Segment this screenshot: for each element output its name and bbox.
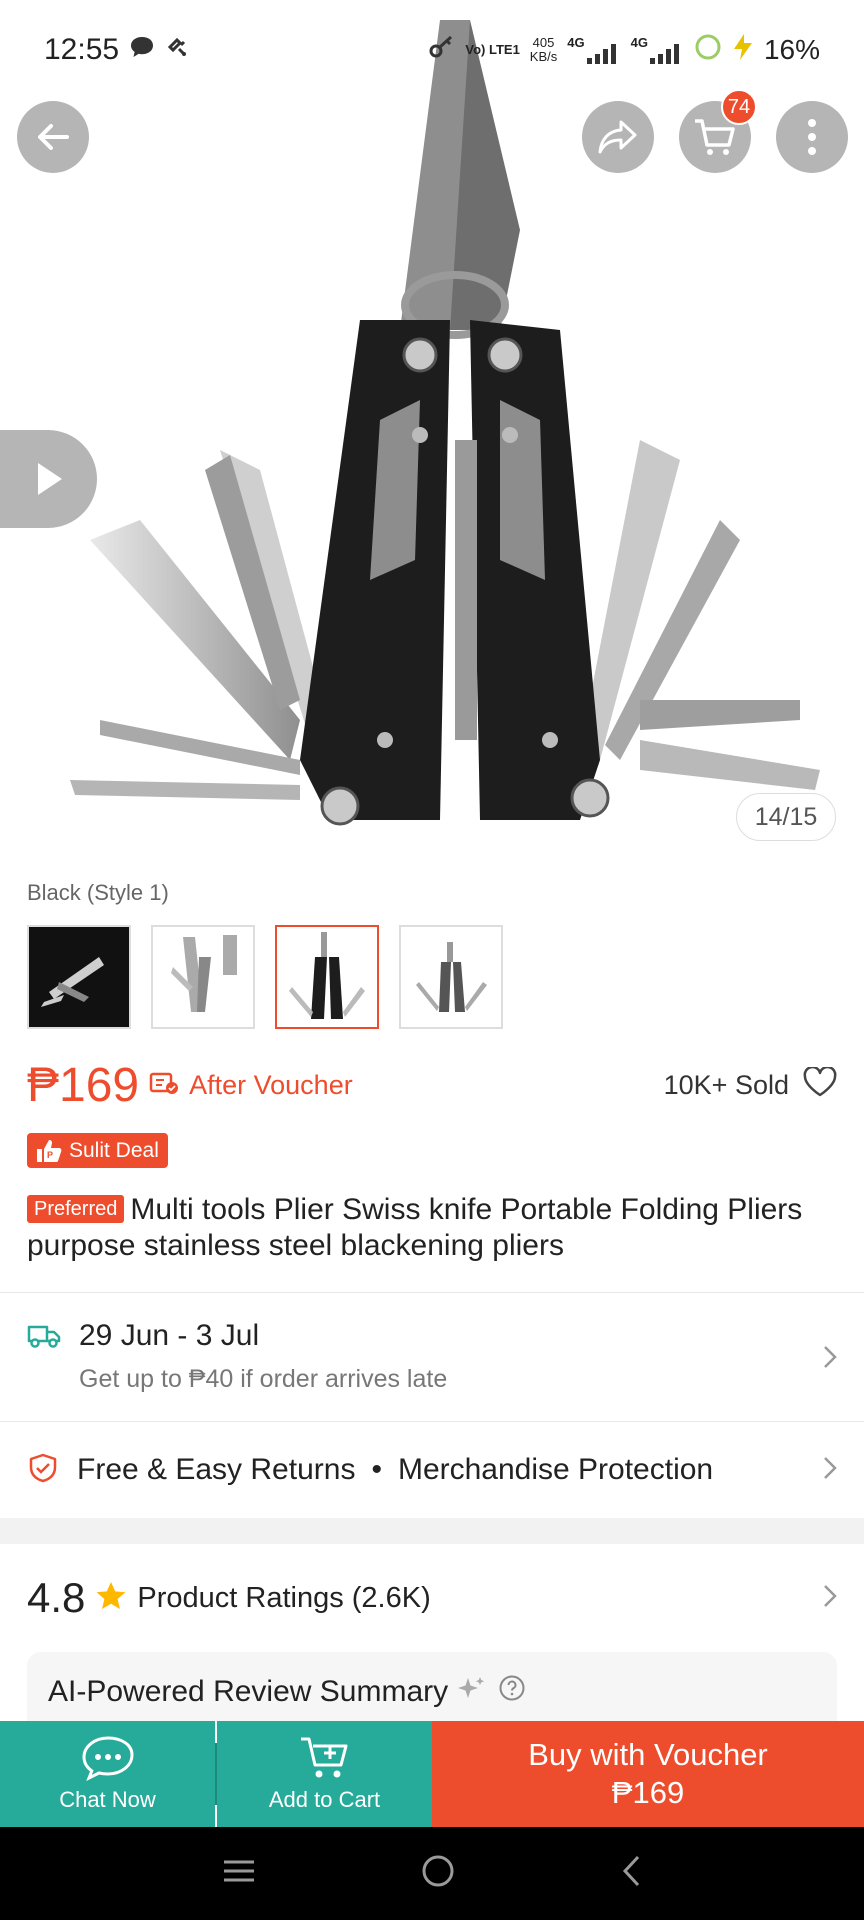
recent-apps-button[interactable] <box>222 1858 256 1889</box>
signal-1-icon: 4G <box>567 36 620 64</box>
heart-icon <box>803 1065 837 1096</box>
ratings-label: Product Ratings (2.6K) <box>137 1581 431 1614</box>
chevron-left-icon <box>622 1855 640 1887</box>
star-icon <box>95 1580 127 1617</box>
chat-icon <box>81 1736 134 1781</box>
shield-icon <box>27 1452 59 1489</box>
system-nav-bar <box>0 1827 864 1920</box>
cart-plus-icon <box>300 1737 347 1778</box>
delivery-dates: 29 Jun - 3 Jul <box>79 1319 260 1352</box>
returns-text: Free & Easy Returns • Merchandise Protecti… <box>77 1453 713 1487</box>
play-icon <box>37 463 62 495</box>
loading-ring-icon <box>694 33 722 68</box>
sparkle-icon <box>456 1674 486 1710</box>
message-icon <box>129 34 155 67</box>
variant-thumbnails <box>27 925 503 1029</box>
play-video-button[interactable] <box>0 430 97 528</box>
svg-text:P: P <box>47 1150 53 1160</box>
ratings-row[interactable]: 4.8 Product Ratings (2.6K) <box>0 1544 864 1652</box>
product-image[interactable]: 12:55 Vo) LTE1 405 KB/s 4G 4G 16% 74 14/… <box>0 0 864 858</box>
price: ₱169 <box>27 1058 140 1112</box>
returns-row[interactable]: Free & Easy Returns • Merchandise Protecti… <box>0 1422 864 1518</box>
chevron-right-icon <box>823 1456 837 1485</box>
late-guarantee: Get up to ₱40 if order arrives late <box>79 1365 448 1393</box>
like-button[interactable] <box>803 1065 837 1104</box>
chat-now-label: Chat Now <box>59 1787 156 1812</box>
net-type-2: 4G <box>630 35 648 50</box>
thumbs-up-icon: P <box>37 1139 62 1162</box>
bottom-action-bar: Chat Now Add to Cart Buy with Voucher ₱1… <box>0 1721 864 1827</box>
share-icon <box>598 120 637 154</box>
more-options-button[interactable] <box>776 101 848 173</box>
signal-2-icon: 4G <box>631 36 684 64</box>
sulit-deal-text: Sulit Deal <box>69 1138 159 1162</box>
home-button[interactable] <box>420 1853 456 1894</box>
ai-summary-title: AI-Powered Review Summary <box>48 1675 449 1708</box>
section-gap <box>0 1518 864 1544</box>
product-title-text: Multi tools Plier Swiss knife Portable F… <box>27 1193 803 1262</box>
chevron-right-icon <box>823 1584 837 1613</box>
shipping-row[interactable]: 29 Jun - 3 Jul Get up to ₱40 if order ar… <box>0 1293 864 1421</box>
back-button[interactable] <box>17 101 89 173</box>
status-bar: 12:55 Vo) LTE1 405 KB/s 4G 4G 16% <box>0 0 864 100</box>
variant-thumb-4[interactable] <box>399 925 503 1029</box>
volte-indicator: Vo) LTE1 <box>465 42 520 57</box>
sulit-deal-badge: P Sulit Deal <box>27 1133 168 1168</box>
ai-summary-card[interactable]: AI-Powered Review Summary <box>27 1652 837 1732</box>
voucher-icon <box>149 1071 179 1100</box>
menu-icon <box>224 1860 254 1882</box>
free-returns-label: Free & Easy Returns <box>77 1453 356 1486</box>
status-time: 12:55 <box>44 33 120 66</box>
truck-icon <box>27 1323 61 1354</box>
image-counter: 14/15 <box>736 793 836 841</box>
price-row: ₱169 After Voucher 10K+ Sold <box>27 1050 837 1120</box>
buy-label: Buy with Voucher <box>528 1737 768 1772</box>
add-to-cart-button[interactable]: Add to Cart <box>217 1721 432 1827</box>
product-title: Preferred Multi tools Plier Swiss knife P… <box>27 1192 837 1264</box>
sold-text: 10K+ Sold <box>663 1069 789 1100</box>
rating-score: 4.8 <box>27 1574 86 1621</box>
chevron-right-icon <box>823 1345 837 1374</box>
bullet-separator: • <box>371 1453 382 1486</box>
selected-variant-label: Black (Style 1) <box>27 880 169 905</box>
buy-with-voucher-button[interactable]: Buy with Voucher ₱169 <box>432 1721 864 1827</box>
key-icon <box>427 33 455 68</box>
net-speed-value: 405 <box>532 35 555 50</box>
satellite-icon <box>165 34 189 67</box>
after-voucher-label: After Voucher <box>189 1069 353 1100</box>
more-vertical-icon <box>808 119 816 155</box>
protection-label: Merchandise Protection <box>397 1453 714 1486</box>
net-type-1: 4G <box>567 35 585 50</box>
cart-count-badge: 74 <box>721 89 757 125</box>
chat-now-button[interactable]: Chat Now <box>0 1721 215 1827</box>
buy-price: ₱169 <box>611 1775 685 1810</box>
add-to-cart-label: Add to Cart <box>268 1787 381 1812</box>
net-speed: 405 KB/s <box>530 36 557 64</box>
variant-thumb-1[interactable] <box>27 925 131 1029</box>
arrow-left-icon <box>38 124 69 150</box>
variant-thumb-2[interactable] <box>151 925 255 1029</box>
share-button[interactable] <box>582 101 654 173</box>
sold-count: 10K+ Sold <box>663 1065 837 1104</box>
battery-percent: 16% <box>763 34 820 65</box>
variant-thumb-3[interactable] <box>275 925 379 1029</box>
net-speed-unit: KB/s <box>529 49 558 64</box>
help-icon[interactable] <box>498 1674 526 1710</box>
charging-icon <box>732 33 754 67</box>
home-circle-icon <box>422 1855 454 1887</box>
preferred-badge: Preferred <box>27 1195 125 1223</box>
cart-button[interactable]: 74 <box>679 89 757 173</box>
system-back-button[interactable] <box>620 1854 642 1893</box>
